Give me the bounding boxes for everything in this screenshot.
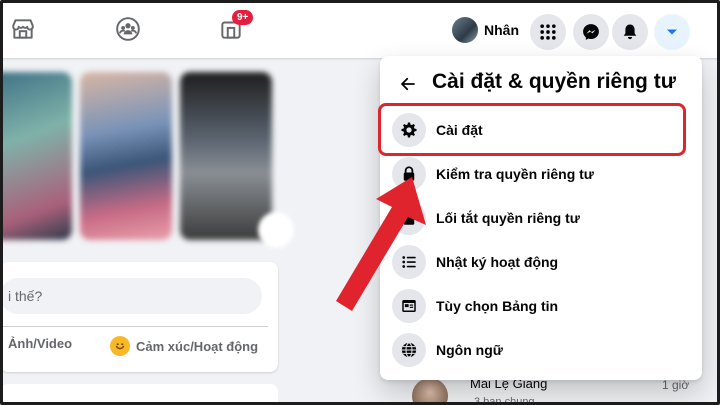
- grid-menu-icon: [540, 24, 556, 40]
- contact-time: 1 giờ: [662, 378, 690, 392]
- marketplace-icon[interactable]: [8, 14, 38, 44]
- avatar: [452, 17, 478, 43]
- bell-icon: [623, 24, 637, 40]
- stories-tray: [0, 72, 310, 248]
- divider: [0, 326, 268, 327]
- menu-item-activity-log[interactable]: Nhật ký hoạt động: [388, 242, 684, 282]
- feeling-activity-label: Cảm xúc/Hoạt động: [136, 338, 259, 354]
- feeling-activity-button[interactable]: Cảm xúc/Hoạt động: [110, 336, 258, 356]
- notifications-button[interactable]: [612, 14, 648, 50]
- messenger-button[interactable]: [573, 14, 609, 50]
- menu-title: Cài đặt & quyền riêng tư: [432, 70, 676, 93]
- menu-item-label: Nhật ký hoạt động: [436, 254, 559, 270]
- groups-icon[interactable]: [113, 14, 143, 44]
- menu-item-label: Kiểm tra quyền riêng tư: [436, 166, 594, 182]
- pointer-arrow-icon: [336, 177, 426, 311]
- menu-item-label: Ngôn ngữ: [436, 342, 503, 358]
- create-post-box: i thế? Ảnh/Video Cảm xúc/Hoạt động: [0, 262, 278, 372]
- stories-next-button[interactable]: [258, 212, 294, 248]
- story-card[interactable]: [0, 72, 72, 240]
- messenger-icon: [583, 24, 599, 40]
- menu-item-label: Tùy chọn Bảng tin: [436, 298, 559, 314]
- photo-video-button[interactable]: Ảnh/Video: [8, 336, 72, 351]
- feed-card: [0, 384, 278, 405]
- menu-item-feed-preferences[interactable]: Tùy chọn Bảng tin: [388, 286, 684, 326]
- menu-item-settings[interactable]: Cài đặt: [388, 110, 684, 150]
- gear-icon: [392, 113, 426, 147]
- menu-item-label: Cài đặt: [436, 122, 483, 138]
- notification-badge: 9+: [232, 10, 254, 25]
- profile-name: Nhân: [484, 22, 519, 38]
- top-navigation-bar: 9+ Nhân: [0, 0, 720, 58]
- menu-button[interactable]: [530, 14, 566, 50]
- arrow-left-icon: [401, 77, 415, 91]
- gaming-icon[interactable]: 9+: [216, 10, 254, 44]
- post-input[interactable]: i thế?: [0, 278, 262, 314]
- caret-down-icon: [667, 29, 677, 35]
- menu-item-privacy-shortcuts[interactable]: Lối tắt quyền riêng tư: [388, 198, 684, 238]
- story-card[interactable]: [180, 72, 272, 240]
- menu-item-label: Lối tắt quyền riêng tư: [436, 210, 580, 226]
- account-button[interactable]: [654, 14, 690, 50]
- avatar: [412, 378, 448, 405]
- profile-chip[interactable]: Nhân: [448, 14, 527, 46]
- story-card[interactable]: [80, 72, 172, 240]
- globe-icon: [392, 333, 426, 367]
- menu-item-language[interactable]: Ngôn ngữ: [388, 330, 684, 370]
- photo-video-label: Ảnh/Video: [8, 336, 73, 351]
- back-button[interactable]: [394, 70, 422, 98]
- contact-sub: 3 bạn chung: [474, 396, 535, 405]
- menu-item-privacy-checkup[interactable]: Kiểm tra quyền riêng tư: [388, 154, 684, 194]
- smile-icon: [110, 336, 130, 356]
